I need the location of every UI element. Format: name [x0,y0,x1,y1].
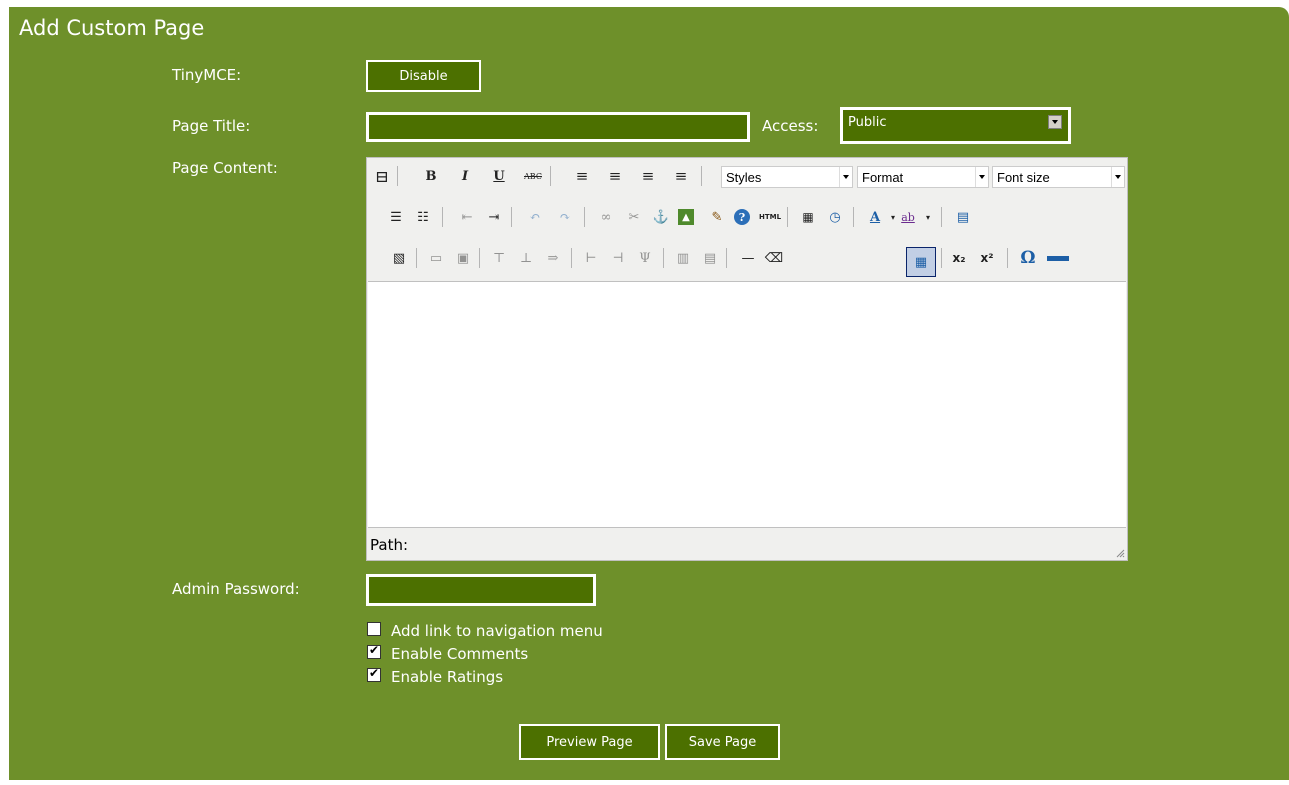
help-icon[interactable]: ? [734,209,750,225]
admin-password-label: Admin Password: [172,580,300,598]
numbered-list-icon[interactable]: ☷ [413,207,433,227]
delete-row-icon[interactable]: ⇒ [543,248,563,268]
align-justify-icon[interactable]: ≡ [671,166,691,186]
toolbar-separator [787,207,788,227]
underline-icon[interactable]: U [489,166,509,186]
editor-content-area[interactable] [368,281,1126,528]
cleanup-icon[interactable]: ✎ [707,207,727,227]
cell-props-icon[interactable]: ▣ [453,248,473,268]
enable-ratings-checkbox-label[interactable]: Enable Ratings [391,668,503,686]
toolbar-separator [1007,248,1008,268]
nav-link-checkbox-label[interactable]: Add link to navigation menu [391,622,603,640]
nav-link-checkbox[interactable] [367,622,381,636]
access-select[interactable]: Public [840,107,1071,144]
merge-cells-icon[interactable]: ▤ [700,248,720,268]
visualchars-icon[interactable] [1046,248,1070,268]
delete-col-icon[interactable]: Ψ [635,248,655,268]
preview-page-button[interactable]: Preview Page [519,724,660,760]
editor-path-label: Path: [370,536,409,554]
bold-icon[interactable]: B [421,166,441,186]
rich-text-editor: ⊟ B I U ABC ≡ ≡ ≡ ≡ Styles Format Font s… [366,157,1128,561]
horizontal-rule-icon[interactable]: — [738,248,758,268]
insert-col-after-icon[interactable]: ⊣ [608,248,628,268]
format-select[interactable]: Format [857,166,989,188]
page-content-label: Page Content: [172,159,278,177]
align-left-icon[interactable]: ≡ [572,166,592,186]
toolbar-separator [941,207,942,227]
undo-icon[interactable]: ↶ [525,207,545,227]
toolbar-separator [726,248,727,268]
tinymce-label: TinyMCE: [172,66,242,84]
access-label: Access: [762,117,819,135]
insert-row-after-icon[interactable]: ⊥ [516,248,536,268]
format-select-label: Format [862,170,904,185]
row-props-icon[interactable]: ▭ [426,248,446,268]
toolbar-separator [571,248,572,268]
anchor-icon[interactable]: ⚓ [651,207,671,227]
admin-password-input[interactable] [366,574,596,606]
toolbar-separator [701,166,702,186]
page-title-input[interactable] [366,112,750,142]
chevron-down-icon [1111,167,1124,187]
align-right-icon[interactable]: ≡ [638,166,658,186]
align-center-icon[interactable]: ≡ [605,166,625,186]
italic-icon[interactable]: I [455,166,475,186]
resize-grip-icon[interactable] [1115,548,1125,558]
page-title: Add Custom Page [19,16,205,40]
toolbar-separator [442,207,443,227]
subscript-icon[interactable]: x₂ [949,248,969,268]
outdent-icon[interactable]: ⇤ [457,207,477,227]
editor-toolbar-row-1: ⊟ B I U ABC ≡ ≡ ≡ ≡ Styles Format Font s… [367,161,1127,195]
styles-select-label: Styles [726,170,762,185]
chevron-down-icon [839,167,852,187]
fontsize-select-label: Font size [997,170,1050,185]
toolbar-separator [663,248,664,268]
toolbar-separator [584,207,585,227]
toolbar-separator [397,166,398,186]
split-cells-icon[interactable]: ▥ [673,248,693,268]
visual-aid-icon[interactable]: ▦ [906,247,936,277]
access-select-value: Public [848,115,887,130]
fullscreen-icon[interactable]: ▤ [953,207,973,227]
page-title-label: Page Title: [172,117,251,135]
table-props-icon[interactable]: ▧ [389,248,409,268]
insert-col-before-icon[interactable]: ⊢ [581,248,601,268]
bullet-list-icon[interactable]: ☰ [386,207,406,227]
toolbar-separator [479,248,480,268]
insert-date-icon[interactable]: ▦ [798,207,818,227]
toolbar-separator [511,207,512,227]
indent-icon[interactable]: ⇥ [484,207,504,227]
insert-row-before-icon[interactable]: ⊤ [489,248,509,268]
pagebreak-icon[interactable]: ⊟ [372,166,392,186]
disable-tinymce-button[interactable]: Disable [366,60,481,92]
fontsize-select[interactable]: Font size [992,166,1125,188]
enable-comments-checkbox[interactable] [367,643,381,659]
enable-ratings-checkbox[interactable] [367,666,381,682]
toolbar-separator [416,248,417,268]
styles-select[interactable]: Styles [721,166,853,188]
chevron-down-icon[interactable]: ▾ [918,207,938,227]
background-color-icon[interactable]: ab [898,207,918,227]
insert-time-icon[interactable]: ◷ [825,207,845,227]
unlink-icon[interactable]: ✂ [624,207,644,227]
link-icon[interactable]: ∞ [596,207,616,227]
chevron-down-icon[interactable] [1048,115,1062,129]
toolbar-separator [853,207,854,227]
eraser-icon[interactable]: ⌫ [764,248,784,268]
enable-comments-checkbox-label[interactable]: Enable Comments [391,645,528,663]
image-icon[interactable]: ▲ [678,209,694,225]
toolbar-separator [941,248,942,268]
save-page-button[interactable]: Save Page [665,724,780,760]
chevron-down-icon [975,167,988,187]
charmap-icon[interactable]: Ω [1018,248,1038,268]
redo-icon[interactable]: ↷ [555,207,575,227]
html-source-icon[interactable]: HTML [757,207,783,227]
text-color-icon[interactable]: A [865,207,885,227]
superscript-icon[interactable]: x² [977,248,997,268]
editor-toolbar-row-3: ▧ ▭ ▣ ⊤ ⊥ ⇒ ⊢ ⊣ Ψ ▥ ▤ — ⌫ ▦ x₂ x² Ω [367,243,1127,277]
editor-toolbar-row-2: ☰ ☷ ⇤ ⇥ ↶ ↷ ∞ ✂ ⚓ ▲ ✎ ? HTML ▦ ◷ A ▾ ab … [367,202,1127,236]
toolbar-separator [550,166,551,186]
strikethrough-icon[interactable]: ABC [523,166,543,186]
